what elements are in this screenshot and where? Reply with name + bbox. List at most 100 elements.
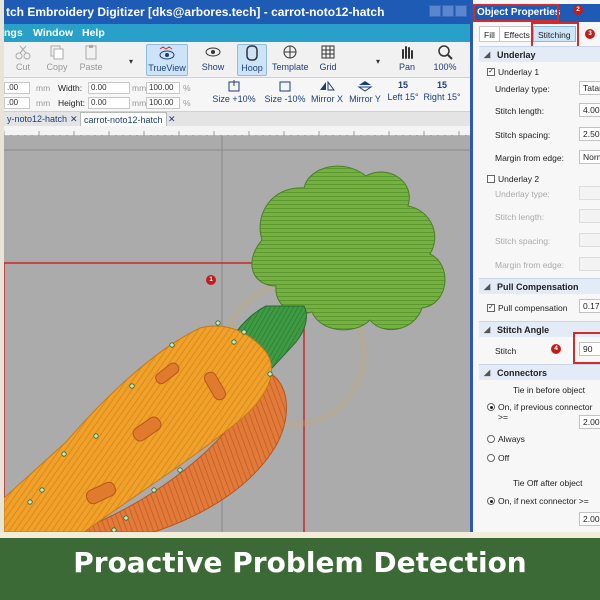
- chevron-down-icon[interactable]: ▾: [129, 57, 133, 66]
- height-input[interactable]: 0.00: [88, 97, 130, 109]
- show-button[interactable]: Show: [198, 44, 228, 72]
- menu-help[interactable]: Help: [82, 24, 105, 42]
- show-label: Show: [201, 62, 225, 72]
- hoop-label: Hoop: [241, 63, 263, 73]
- maximize-button[interactable]: [442, 5, 454, 17]
- close-icon[interactable]: ✕: [168, 112, 176, 126]
- radio-tie-in-previous[interactable]: [487, 403, 495, 411]
- highlight-box-stitch-angle: [573, 332, 600, 364]
- copy-icon: [50, 45, 64, 60]
- radio-tie-off-next[interactable]: [487, 497, 495, 505]
- underlay-type2-label: Underlay type:: [495, 189, 550, 199]
- margin-select[interactable]: Normal: [579, 150, 600, 164]
- height-percent-input[interactable]: 100.00: [146, 97, 180, 109]
- underlay-type2-select[interactable]: [579, 186, 600, 200]
- section-label: Underlay: [497, 50, 536, 60]
- radio-tie-in-off[interactable]: [487, 454, 495, 462]
- zoom-100-button[interactable]: 100%: [430, 44, 460, 72]
- y-input[interactable]: .00: [4, 97, 30, 109]
- resize-down-icon: [279, 81, 291, 92]
- template-label: Template: [272, 62, 309, 72]
- minimize-button[interactable]: [429, 5, 441, 17]
- stitch-length2-input[interactable]: [579, 209, 600, 223]
- grid-button[interactable]: Grid: [315, 44, 341, 72]
- percent-unit: %: [183, 83, 191, 93]
- pull-compensation-input[interactable]: 0.17: [579, 299, 600, 313]
- paste-button[interactable]: Paste: [76, 44, 106, 72]
- tie-in-length-input[interactable]: 2.00: [579, 415, 600, 429]
- hand-icon: [402, 46, 413, 59]
- close-icon[interactable]: ✕: [70, 112, 78, 126]
- size-down-button[interactable]: Size -10%: [262, 80, 308, 104]
- pan-label: Pan: [398, 62, 415, 72]
- close-button[interactable]: [455, 5, 467, 17]
- pull-compensation-checkbox[interactable]: ✓: [487, 304, 495, 312]
- rotate-left-button[interactable]: 15 Left 15°: [386, 80, 420, 102]
- width-unit: mm: [132, 83, 147, 93]
- menu-settings[interactable]: ngs: [4, 24, 23, 42]
- rotate-right-button[interactable]: 15 Right 15°: [423, 80, 461, 102]
- size-up-button[interactable]: Size +10%: [211, 80, 257, 104]
- copy-button[interactable]: Copy: [42, 44, 72, 72]
- zoom-label: 100%: [433, 62, 457, 72]
- tab-fill[interactable]: Fill: [479, 26, 500, 42]
- window-title: tch Embroidery Digitizer [dks@arbores.te…: [4, 0, 474, 24]
- section-label: Pull Compensation: [497, 282, 579, 292]
- section-underlay[interactable]: ◢ Underlay: [479, 46, 600, 62]
- collapse-arrow-icon: ◢: [484, 282, 491, 291]
- pan-button[interactable]: Pan: [395, 44, 419, 72]
- template-icon: [283, 45, 297, 59]
- underlay2-checkbox[interactable]: [487, 175, 495, 183]
- tab-document-2[interactable]: carrot-noto12-hatch: [80, 112, 167, 126]
- tie-off-length-input[interactable]: 2.00: [579, 512, 600, 526]
- chevron-down-icon[interactable]: ▾: [376, 57, 380, 66]
- callout-marker-2: 2: [573, 5, 583, 15]
- underlay1-checkbox[interactable]: ✓: [487, 68, 495, 76]
- main-toolbar: Cut Copy Paste ▾ TrueView Show Hoop Temp…: [4, 42, 474, 78]
- underlay2-label: Underlay 2: [498, 174, 540, 184]
- margin2-label: Margin from edge:: [495, 260, 564, 270]
- mirror-x-button[interactable]: Mirror X: [309, 80, 345, 104]
- mirror-y-icon: [357, 81, 373, 92]
- size-down-label: Size -10%: [264, 94, 306, 104]
- width-percent-input[interactable]: 100.00: [146, 82, 180, 94]
- tie-in-off-label: Off: [498, 453, 510, 463]
- section-connectors[interactable]: ◢ Connectors: [479, 364, 600, 380]
- stitch-spacing-input[interactable]: 2.50: [579, 127, 600, 141]
- margin2-select[interactable]: [579, 257, 600, 271]
- hoop-button[interactable]: Hoop: [237, 44, 267, 76]
- callout-marker-4: 4: [551, 344, 561, 354]
- tie-in-label: Tie in before object: [513, 385, 585, 395]
- tie-off-label: Tie Off after object: [513, 478, 583, 488]
- template-button[interactable]: Template: [272, 44, 309, 72]
- window-controls: [429, 4, 469, 20]
- menu-window[interactable]: Window: [33, 24, 73, 42]
- trueview-label: TrueView: [148, 63, 186, 73]
- mirror-x-label: Mirror X: [311, 94, 343, 104]
- trueview-button[interactable]: TrueView: [146, 44, 188, 76]
- x-input[interactable]: .00: [4, 82, 30, 94]
- clipboard-icon: [85, 45, 97, 60]
- width-input[interactable]: 0.00: [88, 82, 130, 94]
- collapse-arrow-icon: ◢: [484, 368, 491, 377]
- percent-unit: %: [183, 98, 191, 108]
- copy-label: Copy: [46, 62, 68, 72]
- tab-document-1[interactable]: y-noto12-hatch: [4, 112, 70, 126]
- tab-effects[interactable]: Effects: [499, 26, 535, 42]
- mirror-y-button[interactable]: Mirror Y: [347, 80, 383, 104]
- collapse-arrow-icon: ◢: [484, 50, 491, 59]
- tie-in-always-label: Always: [498, 434, 525, 444]
- stitch-length-input[interactable]: 4.00: [579, 103, 600, 117]
- section-pull-compensation[interactable]: ◢ Pull Compensation: [479, 278, 600, 294]
- stitch-spacing2-input[interactable]: [579, 233, 600, 247]
- rotate-right-label: Right 15°: [423, 92, 461, 102]
- underlay1-label: Underlay 1: [498, 67, 540, 77]
- height-label: Height:: [58, 98, 85, 108]
- cut-button[interactable]: Cut: [8, 44, 38, 72]
- design-canvas[interactable]: 1: [4, 136, 474, 532]
- underlay-type-select[interactable]: Tatami: [579, 81, 600, 95]
- radio-tie-in-always[interactable]: [487, 435, 495, 443]
- cut-label: Cut: [15, 62, 30, 72]
- stitch-length2-label: Stitch length:: [495, 212, 545, 222]
- grid-label: Grid: [319, 62, 337, 72]
